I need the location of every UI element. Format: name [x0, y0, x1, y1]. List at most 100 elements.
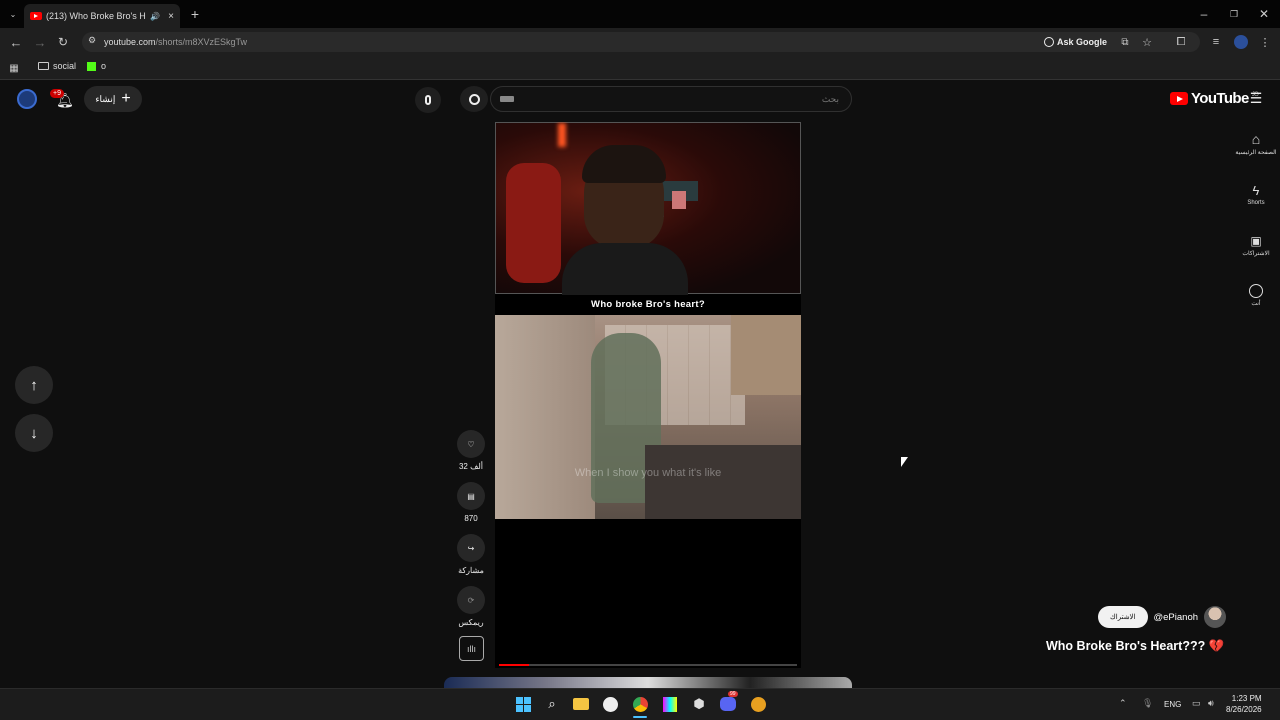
apps-grid-icon[interactable]: ▦ — [7, 61, 21, 75]
discord-badge: 99 — [728, 691, 738, 697]
video-progress-fill — [499, 664, 529, 666]
keyboard-icon[interactable] — [500, 96, 514, 102]
forward-icon[interactable]: → — [32, 34, 48, 50]
sidebar-item-label: الصفحة الرئيسية — [1235, 150, 1277, 156]
search-icon — [468, 93, 480, 105]
colorful-app-icon[interactable] — [660, 694, 680, 714]
youtube-play-icon — [1170, 92, 1188, 105]
bookmark-label: social — [53, 61, 77, 71]
tab-close-icon[interactable]: × — [168, 11, 174, 22]
share-icon[interactable]: ↪ — [457, 534, 485, 562]
tab-title: (213) Who Broke Bro's Heart — [46, 11, 146, 21]
bookmark-label: o — [101, 61, 107, 71]
create-label: إنشاء — [95, 93, 116, 104]
new-tab-icon[interactable]: + — [187, 6, 203, 22]
sidebar-item-label: Shorts — [1247, 200, 1265, 206]
share-action[interactable]: ↪ مشاركة — [456, 534, 486, 575]
heart-icon[interactable]: ♡ — [457, 430, 485, 458]
ask-google-label: Ask Google — [1057, 37, 1108, 47]
home-icon: ⌂ — [1251, 131, 1261, 147]
clock-app-icon[interactable] — [600, 694, 620, 714]
tray-microphone-icon[interactable]: 🎙︎ — [1142, 698, 1153, 709]
sidebar-item-home[interactable]: ⌂ الصفحة الرئيسية — [1231, 131, 1280, 156]
like-action[interactable]: ♡ 32 ألف — [456, 430, 486, 471]
window-close-icon[interactable]: ✕ — [1256, 6, 1272, 22]
comment-icon[interactable]: ▤ — [457, 482, 485, 510]
tab-search-chevron-icon[interactable]: ⌄ — [6, 7, 20, 21]
tray-overflow-icon[interactable]: ⌃ — [1119, 698, 1127, 709]
sound-wave-icon: ıllı — [467, 643, 476, 654]
clock-date: 8/26/2026 — [1226, 705, 1262, 714]
language-indicator[interactable]: ENG — [1164, 700, 1181, 709]
file-explorer-icon[interactable] — [571, 694, 591, 714]
taskbar-search-icon[interactable]: ⌕ — [542, 694, 562, 714]
ask-google-button[interactable]: Ask Google — [1044, 34, 1107, 50]
folder-icon — [38, 62, 49, 70]
sound-button[interactable]: ıllı — [459, 636, 484, 661]
channel-info: الاشتراك @ePianoh — [1098, 606, 1227, 628]
search-input[interactable]: بحث — [490, 86, 852, 112]
profile-avatar[interactable] — [1234, 35, 1248, 49]
youtube-logo[interactable]: YouTube JO — [1170, 90, 1259, 107]
search-placeholder: بحث — [821, 93, 839, 104]
shorts-video-player[interactable]: Who broke Bro's heart? When I show you w… — [495, 122, 801, 668]
discord-icon[interactable]: 99 — [718, 691, 738, 714]
share-label: مشاركة — [458, 566, 484, 575]
active-app-indicator — [633, 716, 647, 718]
reload-icon[interactable]: ↻ — [55, 34, 71, 50]
video-subtitle: When I show you what it's like — [574, 467, 722, 479]
sidebar-item-you[interactable]: أنت — [1231, 284, 1280, 307]
bookmark-o[interactable]: o — [87, 61, 106, 71]
youtube-logo-text: YouTube — [1191, 90, 1249, 107]
comment-count: 870 — [464, 514, 478, 523]
account-avatar[interactable] — [17, 89, 37, 109]
game-app-icon[interactable] — [748, 694, 768, 714]
site-info-icon[interactable]: ⚙ — [88, 35, 96, 46]
sidebar-item-subscriptions[interactable]: ▣ الاشتراكات — [1231, 234, 1280, 257]
sidebar-item-shorts[interactable]: ϟ Shorts — [1231, 183, 1280, 206]
remix-label: ريمكس — [458, 618, 484, 627]
browser-tab[interactable]: (213) Who Broke Bro's Heart 🔊 × — [24, 4, 180, 28]
speaker-icon[interactable]: 🔊 — [150, 12, 160, 21]
volume-icon[interactable]: 🔊︎ — [1208, 698, 1214, 709]
notifications-button[interactable]: 🔔︎ +9 — [50, 89, 74, 108]
subscribe-button[interactable]: الاشتراك — [1098, 606, 1148, 628]
restore-icon[interactable]: ❐ — [1226, 6, 1242, 22]
extensions-icon[interactable]: ⧠ — [1174, 35, 1188, 49]
subscriptions-icon: ▣ — [1250, 234, 1262, 248]
bookmarks-bar — [0, 56, 1280, 80]
hamburger-menu-icon[interactable]: ☰ — [1248, 90, 1264, 106]
taskbar-clock[interactable]: 1:23 PM 8/26/2026 — [1226, 693, 1262, 715]
short-title[interactable]: Who Broke Bro's Heart??? 💔 — [1046, 639, 1224, 654]
url-path: /shorts/m8XVzESkgTw — [155, 37, 248, 47]
bookmark-star-icon[interactable]: ☆ — [1140, 35, 1154, 49]
browser-menu-icon[interactable]: ⋮ — [1258, 35, 1272, 49]
next-short-button[interactable]: ↓ — [15, 414, 53, 452]
arrow-down-icon: ↓ — [30, 424, 38, 442]
video-progress-bar[interactable] — [499, 664, 797, 666]
address-bar[interactable]: ⚙ youtube.com/shorts/m8XVzESkgTw — [82, 32, 1200, 52]
mouse-cursor — [901, 457, 908, 467]
network-icon[interactable]: ▭ — [1192, 698, 1201, 709]
video-caption: Who broke Bro's heart? — [495, 295, 801, 315]
cube-app-icon[interactable]: ⬢ — [689, 694, 709, 714]
create-button[interactable]: إنشاء + — [84, 86, 142, 112]
channel-handle[interactable]: @ePianoh — [1154, 612, 1199, 623]
lens-icon — [1044, 37, 1054, 47]
chrome-icon[interactable] — [630, 694, 650, 714]
comment-action[interactable]: ▤ 870 — [456, 482, 486, 523]
bookmark-social[interactable]: social — [38, 61, 76, 71]
channel-avatar[interactable] — [1204, 606, 1227, 628]
voice-search-button[interactable] — [415, 87, 441, 113]
shorts-icon: ϟ — [1252, 183, 1260, 198]
media-controls-icon[interactable]: ≡ — [1209, 35, 1223, 49]
install-app-icon[interactable]: ⧉ — [1118, 35, 1132, 49]
previous-short-button[interactable]: ↑ — [15, 366, 53, 404]
remix-action[interactable]: ⟳ ريمكس — [456, 586, 486, 627]
search-button[interactable] — [460, 86, 488, 112]
minimize-icon[interactable]: – — [1196, 6, 1212, 22]
back-icon[interactable]: ← — [8, 34, 24, 50]
arrow-up-icon: ↑ — [30, 376, 38, 394]
start-windows-icon[interactable] — [513, 694, 533, 714]
remix-icon[interactable]: ⟳ — [457, 586, 485, 614]
